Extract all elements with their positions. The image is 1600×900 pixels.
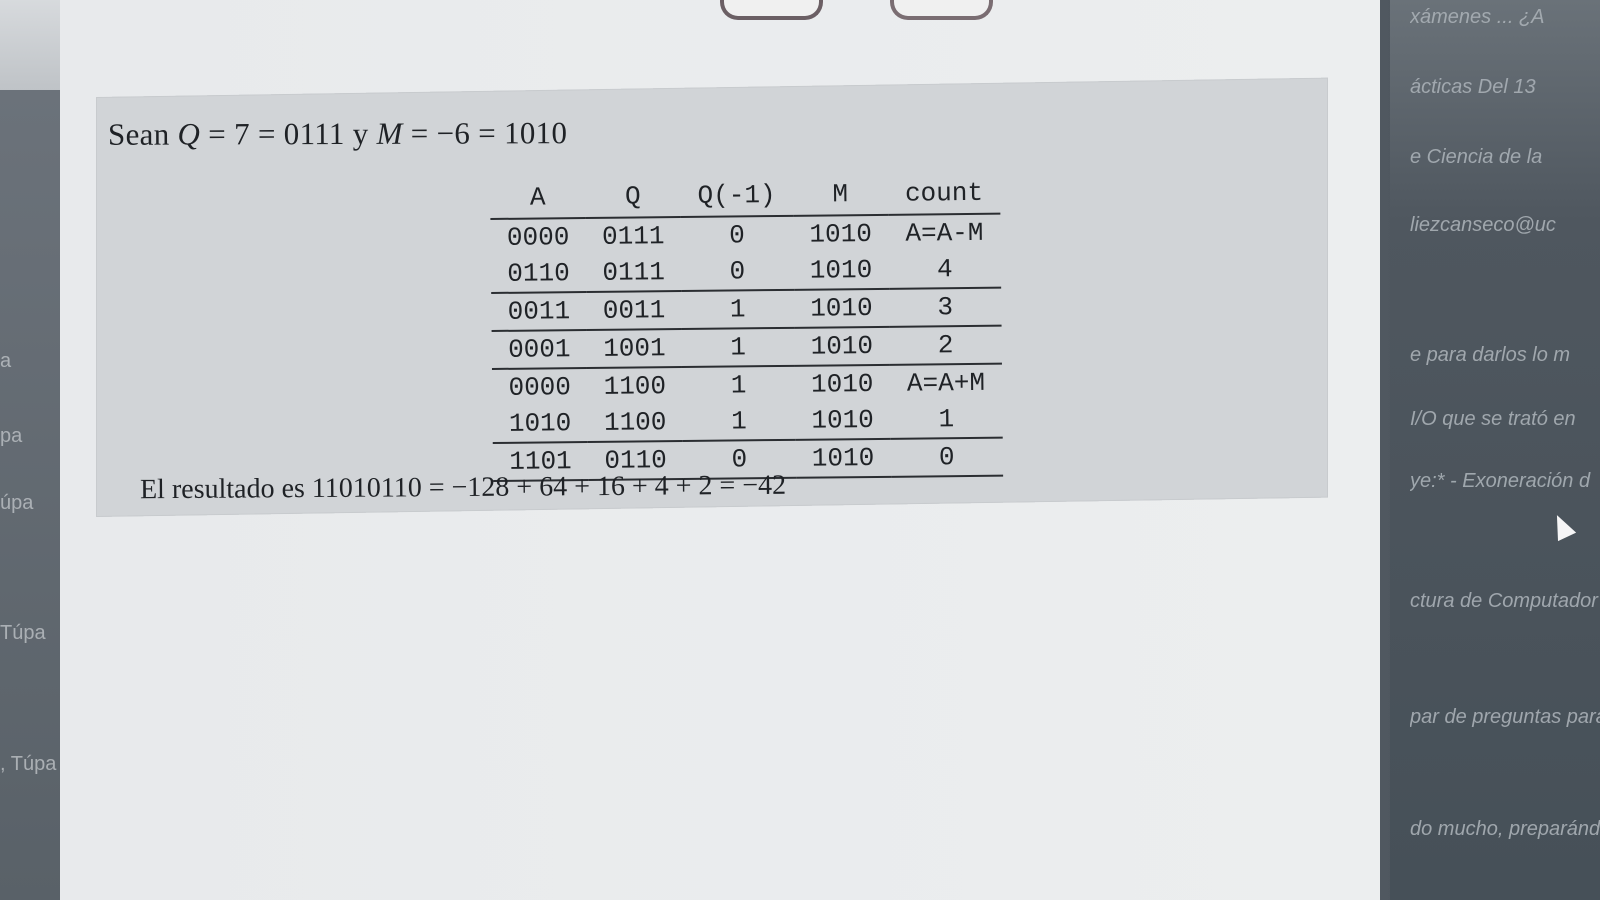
screen: a pa úpa Túpa , Túpa xámenes ... ¿A ácti… (0, 0, 1600, 900)
table-cell: 1010 (809, 219, 873, 250)
table-cell: 0011 (586, 291, 682, 330)
right-window-text: do mucho, preparándose (1410, 818, 1600, 840)
left-background-window: a pa úpa Túpa , Túpa (0, 0, 60, 900)
table-header-row: A Q Q(-1) M count (490, 174, 1001, 219)
q-value: = 7 = 0111 y (200, 115, 377, 152)
m-symbol: M (376, 115, 403, 151)
right-window-text: ácticas Del 13 (1410, 76, 1536, 98)
table-cell: 1010 (809, 255, 873, 286)
table-row: 1010 1100 1 1010 1 (492, 401, 1002, 443)
table-cell: 1 (681, 327, 795, 367)
left-window-text: pa (0, 425, 23, 447)
right-window-text: e para darlos lo m (1410, 344, 1571, 366)
table-row: 0000 1100 1 1010 A=A+M (491, 363, 1003, 406)
table-cell: 1100 (603, 407, 667, 438)
table-cell: A=A-M (905, 217, 984, 249)
right-window-text: I/O que se trató en (1410, 408, 1576, 430)
table-cell: 1 (681, 289, 795, 329)
booth-algorithm-table: A Q Q(-1) M count 0000 0111 0 1010 A=A-M 0110… (490, 174, 1004, 482)
table-cell: 1010 (795, 438, 891, 478)
left-window-text: Túpa (0, 622, 46, 644)
column-header: Q (585, 178, 681, 219)
left-window-text: , Túpa (0, 753, 57, 775)
right-window-text: liezcanseco@uc (1410, 214, 1556, 236)
table-cell: 0111 (601, 221, 665, 252)
header-shape (890, 0, 993, 20)
table-cell: 1100 (587, 366, 683, 405)
column-header: count (887, 174, 1001, 215)
table-cell: A=A+M (889, 363, 1003, 402)
table-cell: 0000 (491, 367, 588, 406)
table-cell: 0111 (602, 257, 666, 288)
table-cell: 0011 (491, 291, 587, 331)
right-window-text: e Ciencia de la (1410, 146, 1543, 168)
table-row: 0110 0111 0 1010 4 (491, 251, 1001, 293)
table-cell: 1010 (811, 404, 875, 436)
table-cell: 1010 (793, 288, 890, 328)
table-cell: 0000 (506, 222, 570, 253)
table-cell: 4 (936, 254, 953, 285)
header-shape (720, 0, 823, 20)
right-window-text: ctura de Computador (1410, 590, 1598, 612)
column-header: M (792, 175, 889, 216)
table-cell: 2 (889, 325, 1002, 365)
result-statement: El resultado es 11010110 = −128 + 64 + 1… (139, 469, 787, 506)
table-cell: 0110 (507, 258, 570, 289)
table-cell: 1 (938, 404, 955, 435)
data-table: A Q Q(-1) M count 0000 0111 0 1010 A=A-M 0110… (490, 174, 1004, 482)
table-cell: 1010 (508, 408, 572, 439)
table-cell: 1 (730, 406, 747, 437)
table-cell: 1010 (794, 326, 890, 366)
table-cell: 0 (729, 220, 745, 251)
table-cell: 0 (890, 437, 1004, 477)
right-window-text: xámenes ... ¿A (1410, 6, 1545, 28)
right-background-window: xámenes ... ¿A ácticas Del 13 e Ciencia … (1390, 0, 1600, 900)
table-cell: 1010 (794, 364, 891, 403)
column-header: Q(-1) (680, 176, 793, 218)
problem-statement: Sean Q = 7 = 0111 y M = −6 = 1010 (108, 115, 567, 153)
table-row: 0001 1001 1 1010 2 (491, 325, 1002, 369)
m-value: = −6 = 1010 (402, 115, 568, 151)
column-header: A (490, 179, 586, 219)
table-cell: 1001 (586, 328, 683, 368)
table-cell: 1 (682, 365, 795, 404)
table-row: 0000 0111 0 1010 A=A-M (490, 214, 1000, 256)
table-cell: 0001 (491, 329, 588, 369)
table-cell: 0 (729, 256, 746, 287)
right-window-text: ye:* - Exoneración d (1410, 470, 1591, 492)
right-window-text: par de preguntas para q (1410, 706, 1600, 728)
q-symbol: Q (177, 116, 201, 152)
intro-prefix: Sean (107, 116, 178, 152)
left-window-text: a (0, 350, 12, 372)
table-row: 0011 0011 1 1010 3 (491, 287, 1002, 331)
table-cell: 3 (888, 287, 1002, 327)
left-window-text: úpa (0, 492, 34, 514)
